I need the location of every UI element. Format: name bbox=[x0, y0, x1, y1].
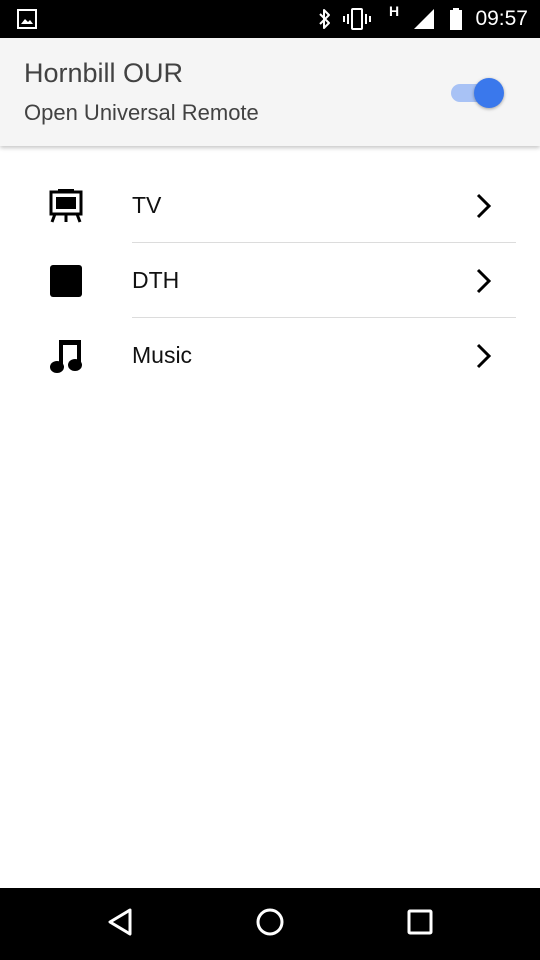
status-bar: H 09:57 bbox=[0, 0, 540, 38]
list-item-tv[interactable]: TV bbox=[0, 168, 540, 243]
signal-icon bbox=[411, 0, 437, 38]
recents-button[interactable] bbox=[380, 888, 460, 960]
device-list: TV DTH Music bbox=[0, 168, 540, 393]
chevron-right-icon bbox=[472, 267, 496, 295]
toggle-thumb bbox=[474, 78, 504, 108]
chevron-right-icon bbox=[472, 192, 496, 220]
list-item-label: DTH bbox=[132, 267, 180, 293]
back-icon bbox=[106, 907, 134, 942]
app-title: Hornbill OUR bbox=[24, 58, 184, 88]
list-item-dth[interactable]: DTH bbox=[0, 243, 540, 318]
list-item-label: Music bbox=[132, 342, 193, 368]
home-button[interactable] bbox=[230, 888, 310, 960]
image-icon bbox=[16, 0, 38, 38]
app-subtitle: Open Universal Remote bbox=[24, 100, 259, 125]
navigation-bar bbox=[0, 888, 540, 960]
home-icon bbox=[255, 907, 285, 942]
list-item-label: TV bbox=[132, 192, 162, 218]
tv-icon bbox=[48, 188, 84, 224]
app-header: Hornbill OUR Open Universal Remote bbox=[0, 38, 540, 146]
list-item-music[interactable]: Music bbox=[0, 318, 540, 393]
remote-toggle-switch[interactable] bbox=[449, 77, 505, 108]
network-type-label: H bbox=[388, 3, 400, 19]
battery-icon bbox=[447, 0, 465, 38]
chevron-right-icon bbox=[472, 342, 496, 370]
bluetooth-icon bbox=[314, 0, 336, 38]
stop-square-icon bbox=[48, 263, 84, 299]
music-note-icon bbox=[48, 338, 84, 374]
status-time: 09:57 bbox=[475, 7, 528, 30]
back-button[interactable] bbox=[80, 888, 160, 960]
recents-icon bbox=[406, 908, 434, 941]
vibrate-icon bbox=[342, 0, 372, 38]
